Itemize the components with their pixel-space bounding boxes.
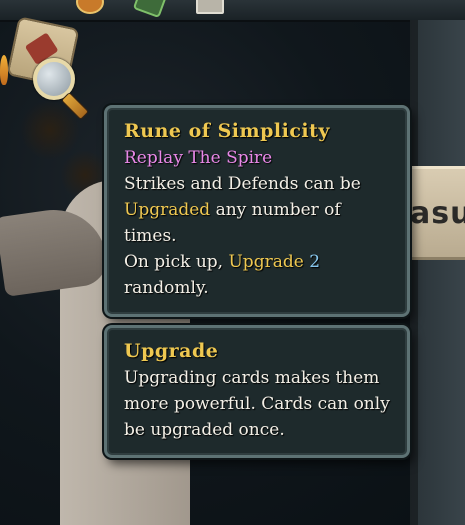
keyword-description: Upgrading cards makes them more powerful…: [124, 368, 390, 440]
relic-desc-line: randomly.: [124, 278, 209, 298]
relic-desc-line: times.: [124, 226, 177, 246]
card-icon[interactable]: [196, 0, 224, 14]
relic-desc-line: Strikes and Defends can be: [124, 174, 361, 194]
banner-text: asu: [410, 196, 465, 231]
relic-desc-line: any number of: [210, 200, 341, 220]
gold-icon[interactable]: [76, 0, 104, 14]
relic-desc-line: On pick up,: [124, 252, 229, 272]
magnifier-icon[interactable]: [33, 58, 90, 121]
potion-icon[interactable]: [132, 0, 168, 19]
keyword-tooltip: Upgrade Upgrading cards makes them more …: [104, 325, 410, 458]
flame-icon: [0, 55, 8, 85]
keyword-upgraded: Upgraded: [124, 200, 211, 220]
upgrade-count: 2: [309, 252, 321, 272]
panel-shade: [410, 20, 418, 525]
relic-tooltip: Rune of Simplicity Replay The Spire Stri…: [104, 105, 410, 317]
game-scene: asu Rune of Simplicity Replay The Spire …: [0, 0, 465, 525]
relic-source: Replay The Spire: [124, 148, 273, 168]
right-panel: [410, 20, 465, 525]
top-bar: [0, 0, 465, 22]
relic-description: Replay The Spire Strikes and Defends can…: [124, 145, 393, 301]
relic-title: Rune of Simplicity: [124, 120, 330, 142]
keyword-upgrade: Upgrade: [228, 252, 304, 272]
keyword-title: Upgrade: [124, 340, 219, 362]
